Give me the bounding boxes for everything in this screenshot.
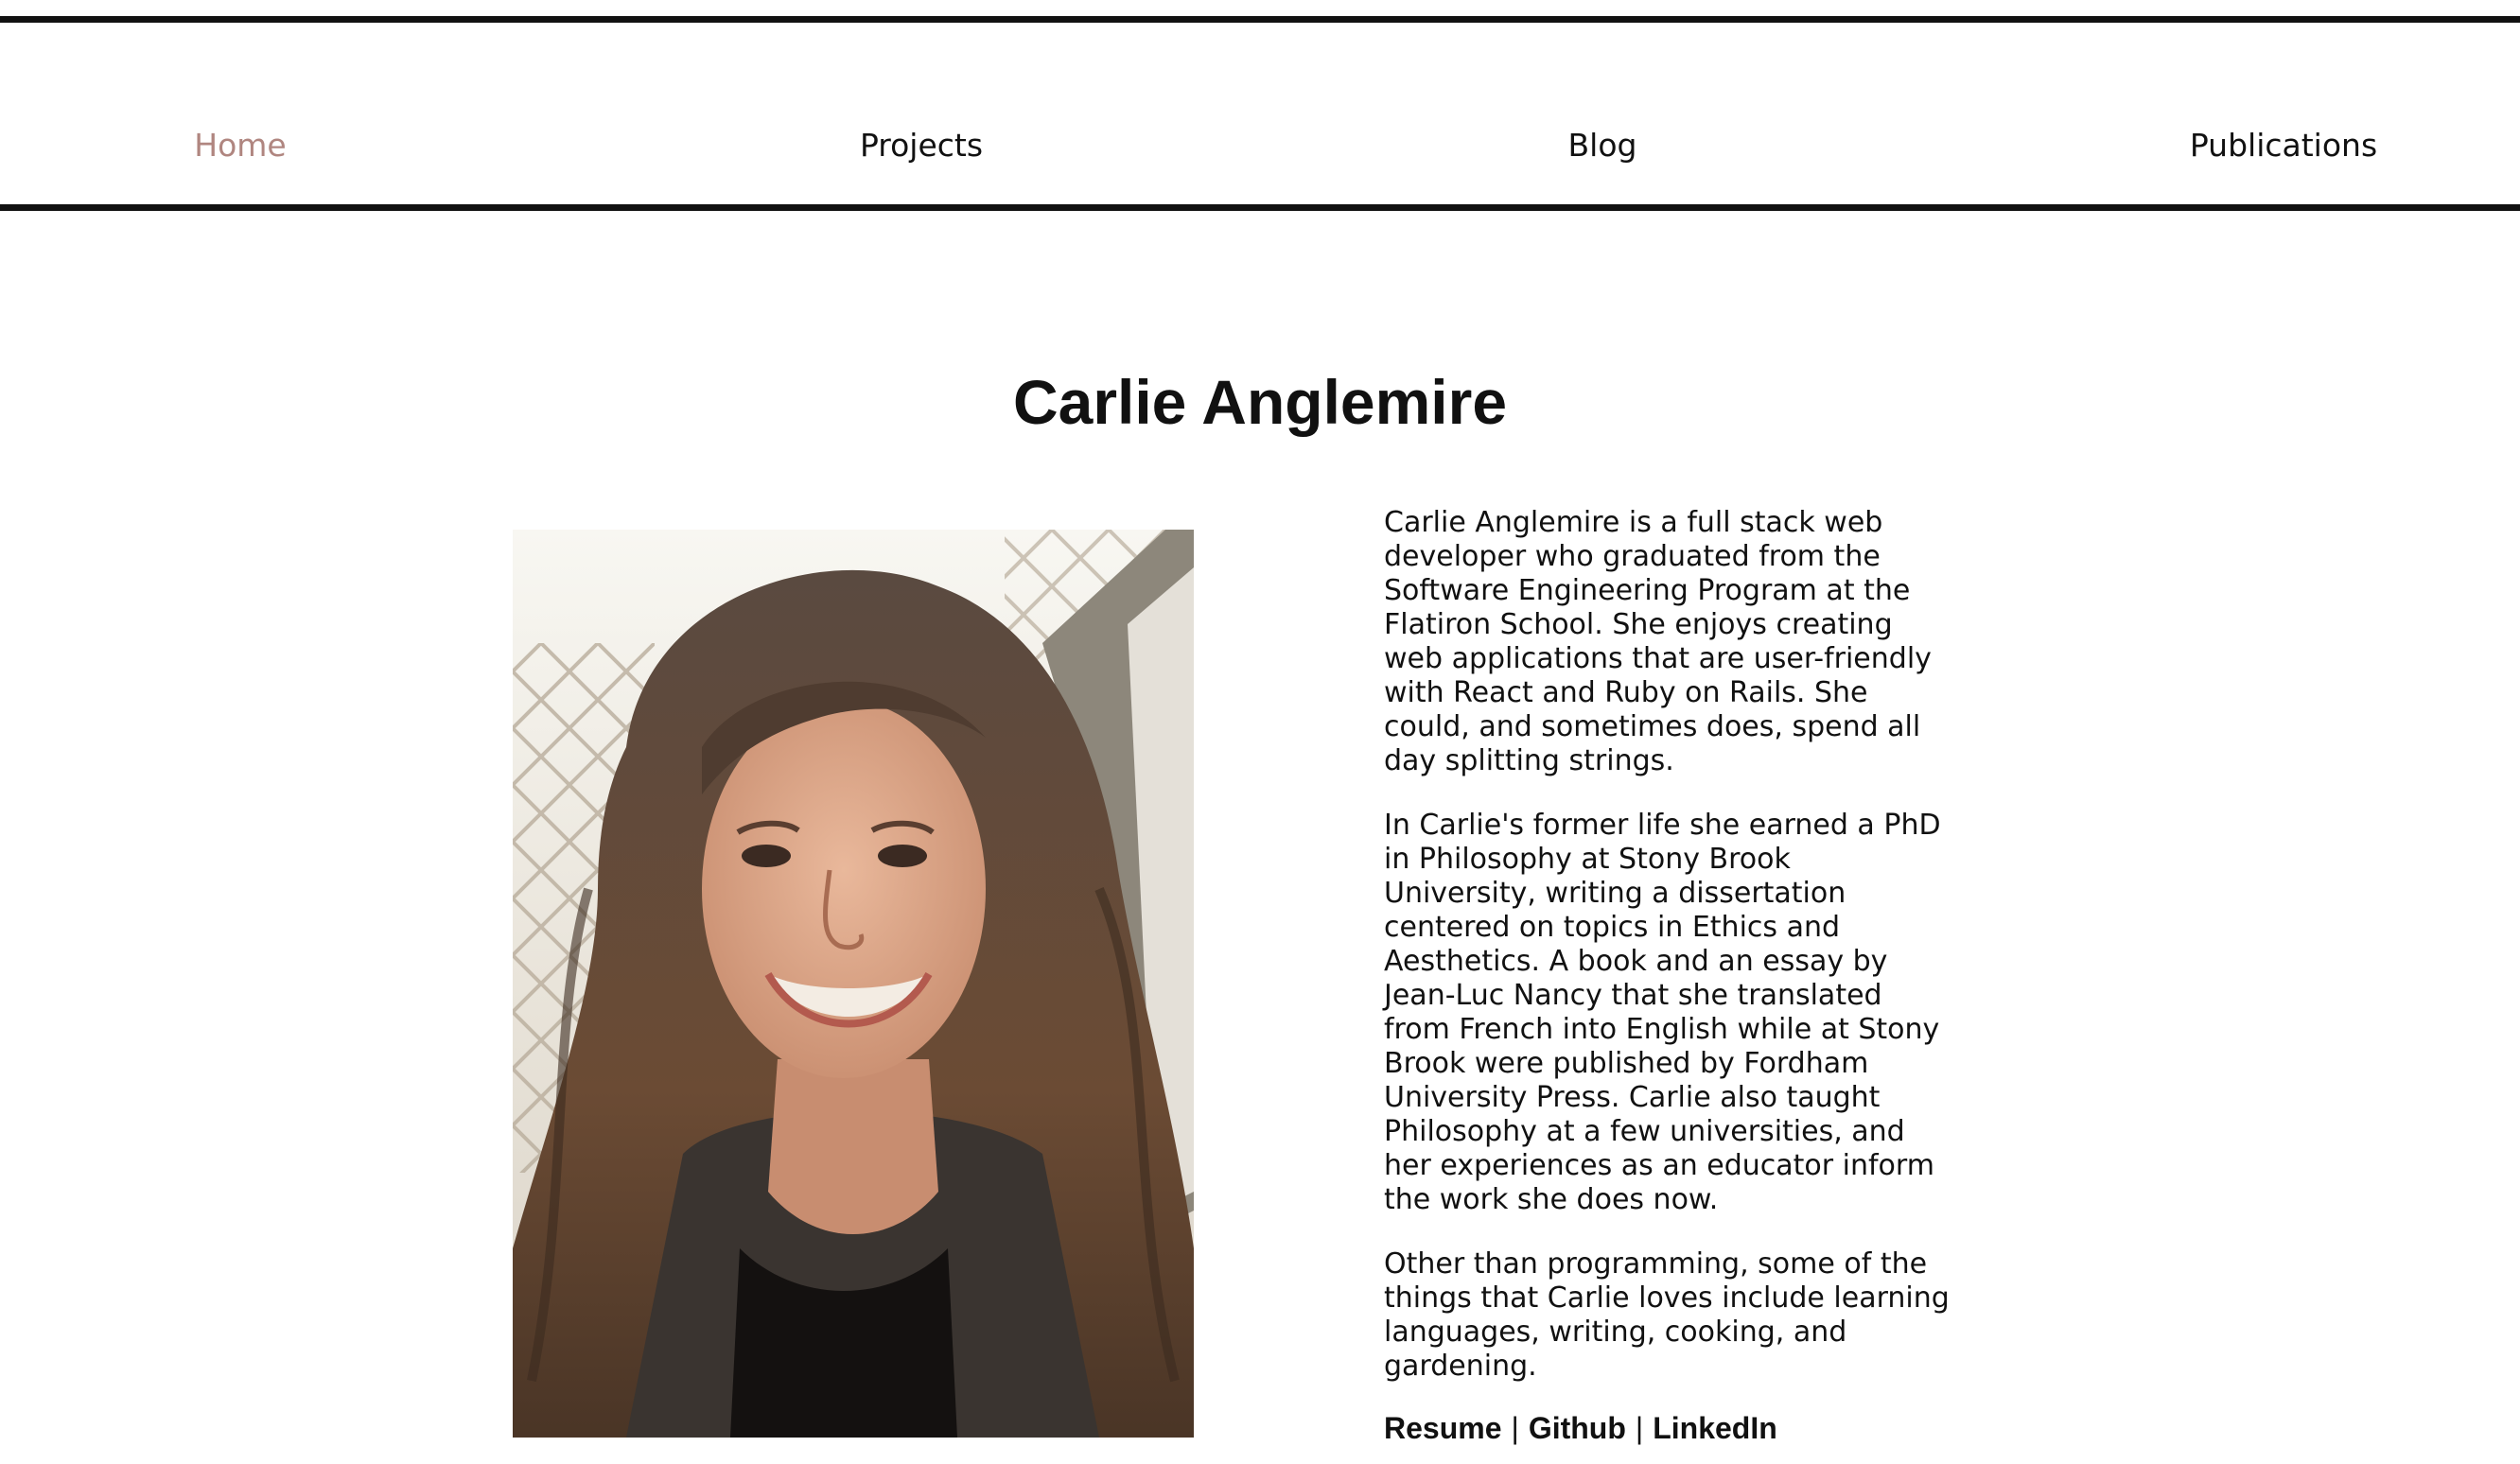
nav-link-home[interactable]: Home — [98, 108, 382, 183]
profile-links: Resume | Github | LinkedIn — [1384, 1407, 1777, 1449]
page-title: Carlie Anglemire — [1012, 367, 1508, 437]
bio-text: Carlie Anglemire is a full stack web dev… — [1384, 506, 1951, 1414]
link-separator: | — [1635, 1411, 1644, 1445]
nav-link-publications[interactable]: Publications — [2142, 108, 2425, 183]
link-separator: | — [1511, 1411, 1519, 1445]
profile-photo — [513, 530, 1194, 1438]
nav-link-blog[interactable]: Blog — [1461, 108, 1744, 183]
bio-paragraph-interests: Other than programming, some of the thin… — [1384, 1247, 1950, 1383]
linkedin-link[interactable]: LinkedIn — [1653, 1411, 1777, 1445]
bio-paragraph-background: In Carlie's former life she earned a PhD… — [1384, 809, 1941, 1216]
portrait-photo-illustration — [513, 530, 1194, 1438]
resume-link[interactable]: Resume — [1384, 1411, 1502, 1445]
github-link[interactable]: Github — [1529, 1411, 1626, 1445]
top-navigation: Home Projects Blog Publications — [0, 16, 2520, 211]
bio-paragraph-intro: Carlie Anglemire is a full stack web dev… — [1384, 506, 1932, 777]
nav-link-projects[interactable]: Projects — [779, 108, 1063, 183]
